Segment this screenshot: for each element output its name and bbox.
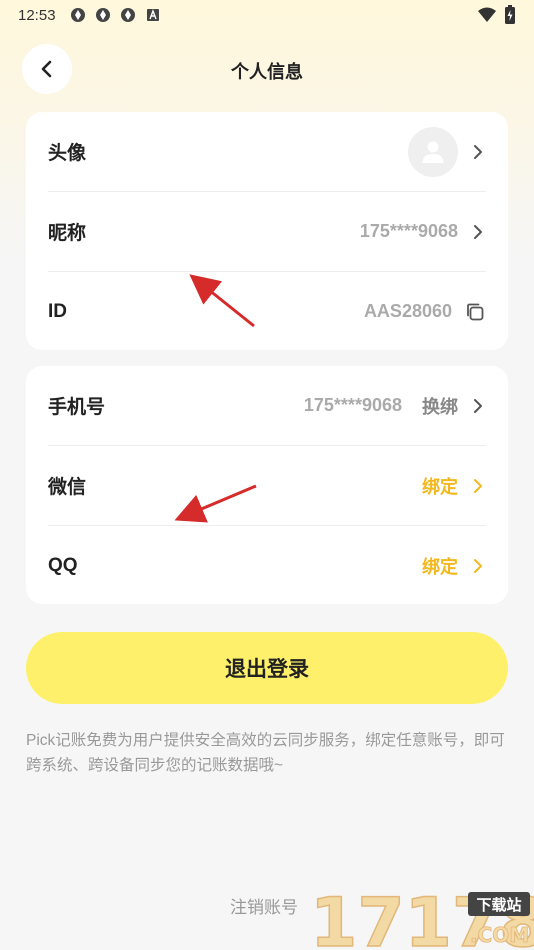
profile-card: 头像 昵称 175****9068 ID AAS28060 (26, 112, 508, 350)
app-notification-icon (95, 8, 110, 22)
id-row-right: AAS28060 (364, 301, 486, 323)
id-label: ID (48, 300, 67, 322)
rebind-phone-button[interactable]: 换绑 (422, 393, 458, 419)
status-bar: 12:53 (0, 0, 534, 30)
page-title: 个人信息 (231, 62, 303, 82)
avatar-label: 头像 (48, 143, 87, 164)
chevron-right-icon (474, 144, 482, 159)
battery-icon (505, 5, 515, 24)
status-time: 12:53 (18, 6, 56, 24)
id-value: AAS28060 (363, 301, 452, 321)
nickname-label: 昵称 (48, 223, 87, 244)
chevron-right-icon (474, 398, 482, 413)
nickname-row-right: 175****9068 (360, 221, 486, 242)
phone-row-right: 175****9068 换绑 (304, 393, 486, 419)
app-notification-icon (70, 8, 85, 22)
qq-label: QQ (48, 554, 78, 576)
bind-qq-button[interactable]: 绑定 (422, 553, 458, 579)
a-box-icon (146, 9, 159, 21)
nickname-value: 175****9068 (359, 221, 458, 241)
wechat-row[interactable]: 微信 绑定 (48, 446, 486, 525)
wechat-label: 微信 (48, 477, 87, 498)
copy-icon[interactable] (464, 301, 486, 323)
phone-value: 175****9068 (303, 395, 402, 415)
status-right (478, 5, 516, 25)
phone-row[interactable]: 手机号 175****9068 换绑 (48, 366, 486, 445)
chevron-right-icon (474, 478, 482, 493)
top-nav: 个人信息 (0, 44, 534, 96)
avatar[interactable] (408, 126, 458, 177)
wechat-row-right: 绑定 (422, 473, 486, 499)
qq-row-right: 绑定 (422, 553, 486, 579)
phone-label: 手机号 (48, 397, 106, 418)
avatar-row[interactable]: 头像 (48, 112, 486, 191)
account-binding-card: 手机号 175****9068 换绑 微信 绑定 QQ 绑定 (26, 366, 508, 604)
app-notification-icon (120, 8, 135, 22)
user-silhouette-icon (422, 141, 444, 163)
chevron-right-icon (474, 224, 482, 239)
watermark-domain: .COM (470, 923, 529, 947)
nickname-row[interactable]: 昵称 175****9068 (48, 192, 486, 271)
bind-wechat-button[interactable]: 绑定 (422, 473, 458, 499)
logout-button[interactable]: 退出登录 (26, 632, 508, 704)
wifi-icon (478, 7, 496, 22)
chevron-right-icon (474, 558, 482, 573)
watermark-badge: 下载站 (476, 896, 521, 914)
qq-row[interactable]: QQ 绑定 (48, 526, 486, 605)
id-row: ID AAS28060 (48, 272, 486, 351)
cancel-account-link[interactable]: 注销账号 (230, 893, 298, 918)
watermark-logo: 17178 下载站 .COM (310, 884, 534, 950)
sync-notice: Pick记账免费为用户提供安全高效的云同步服务，绑定任意账号，即可跨系统、跨设备… (26, 732, 505, 774)
avatar-row-right (408, 126, 486, 177)
